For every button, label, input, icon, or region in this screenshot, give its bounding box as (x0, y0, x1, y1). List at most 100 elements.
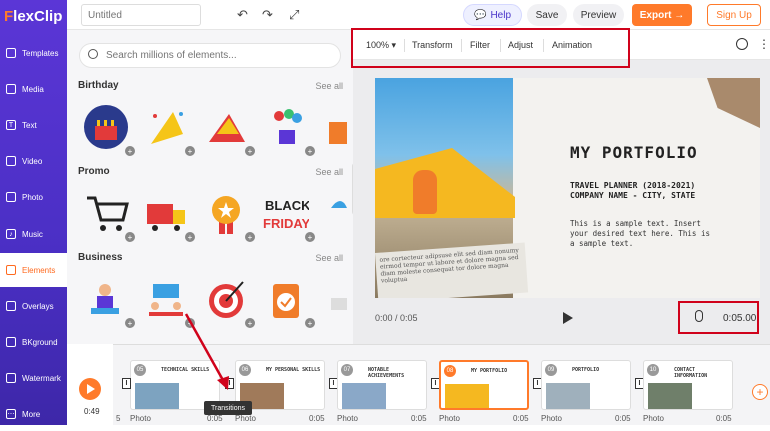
newspaper-strip: ore cortecteur adipsuse elit sed diam no… (375, 242, 529, 298)
add-element-icon[interactable]: + (305, 146, 315, 156)
element-party-hat-2[interactable]: + (201, 102, 255, 156)
element-clipboard-check[interactable]: + (261, 274, 315, 328)
sidebar-item-text[interactable]: T Text (0, 108, 67, 142)
add-element-icon[interactable]: + (125, 146, 135, 156)
flexclip-logo[interactable]: FlexClip (4, 8, 62, 25)
timeline-clip-10[interactable]: 10 CONTACT INFORMATION (643, 360, 733, 410)
add-element-icon[interactable]: + (125, 232, 135, 242)
redo-icon[interactable]: ↷ (262, 7, 273, 23)
preview-button[interactable]: Preview (573, 4, 624, 26)
add-element-icon[interactable]: + (185, 318, 195, 328)
element-team-meeting[interactable]: + (141, 274, 195, 328)
clock-icon[interactable] (736, 38, 748, 50)
sidebar-item-templates[interactable]: Templates (0, 36, 67, 70)
more-options-icon[interactable]: ⋮ (758, 37, 770, 51)
sidebar-item-video[interactable]: Video (0, 144, 67, 178)
watermark-icon (6, 373, 16, 383)
see-all-birthday[interactable]: See all (315, 81, 343, 91)
sidebar-item-label: Overlays (22, 301, 54, 311)
torn-paper-decoration (707, 78, 760, 128)
sidebar-item-more[interactable]: ⋯ More (0, 397, 67, 431)
sidebar-item-label: Templates (22, 48, 59, 58)
element-birthday-cake-2[interactable] (317, 102, 347, 152)
sidebar-item-label: Elements (22, 265, 56, 275)
help-button[interactable]: 💬 Help (463, 4, 522, 26)
clip-type-label: Photo (541, 414, 562, 423)
portfolio-body-line-2[interactable]: your desired text here. This is (570, 229, 710, 238)
export-button[interactable]: Export → (632, 4, 692, 26)
clip-thumbnail (648, 383, 692, 409)
element-black-friday[interactable]: BLACK FRIDAY + (261, 188, 315, 242)
scene-duration[interactable]: 0:05.00 (723, 313, 756, 324)
add-element-icon[interactable]: + (245, 318, 255, 328)
add-element-icon[interactable]: + (245, 146, 255, 156)
portfolio-body-line-3[interactable]: a sample text. (570, 239, 633, 248)
undo-icon[interactable]: ↶ (237, 7, 248, 23)
element-balloons-gift[interactable]: + (261, 102, 315, 156)
sidebar-item-music[interactable]: ♪ Music (0, 217, 67, 251)
sidebar-item-elements[interactable]: Elements (0, 253, 67, 287)
element-birthday-cake[interactable]: + (81, 102, 135, 156)
toolbar-highlight-box (351, 28, 630, 68)
clip-duration: 0:05 (513, 414, 529, 423)
transition-button[interactable]: I (225, 378, 234, 389)
clip-duration-label: 5 (116, 414, 121, 423)
add-element-icon[interactable]: + (185, 146, 195, 156)
element-person-laptop[interactable]: + (81, 274, 135, 328)
portfolio-subtitle-2[interactable]: COMPANY NAME - CITY, STATE (570, 191, 695, 200)
overlays-icon (6, 301, 16, 311)
add-element-icon[interactable]: + (305, 232, 315, 242)
element-award-badge[interactable]: + (201, 188, 255, 242)
add-element-icon[interactable]: + (185, 232, 195, 242)
current-time: 0:00 / 0:05 (375, 313, 418, 323)
portfolio-subtitle-1[interactable]: TRAVEL PLANNER (2018-2021) (570, 181, 695, 190)
search-input[interactable] (79, 43, 341, 68)
music-icon: ♪ (6, 229, 16, 239)
project-title-input[interactable] (81, 4, 201, 26)
timeline-clip-09[interactable]: 09 PORTFOLIO (541, 360, 631, 410)
element-delivery-truck[interactable]: + (141, 188, 195, 242)
timeline-clip-07[interactable]: 07 NOTABLE ACHIEVEMENTS (337, 360, 427, 410)
sidebar-item-label: Watermark (22, 373, 61, 383)
elements-panel: Birthday See all + + + + Promo See all +… (67, 30, 353, 344)
section-title-promo: Promo (78, 166, 110, 177)
add-element-icon[interactable]: + (305, 318, 315, 328)
play-icon[interactable] (563, 312, 573, 324)
fullscreen-icon[interactable]: ⤢ (289, 7, 299, 23)
portfolio-title[interactable]: MY PORTFOLIO (570, 143, 698, 162)
timeline-play-button[interactable] (79, 378, 101, 400)
element-shopping-cart[interactable]: + (81, 188, 135, 242)
templates-icon (6, 48, 16, 58)
portfolio-body-line-1[interactable]: This is a sample text. Insert (570, 219, 701, 228)
element-umbrella[interactable] (317, 188, 347, 238)
element-party-hat[interactable]: + (141, 102, 195, 156)
transition-button[interactable]: I (122, 378, 131, 389)
clip-type-label: Photo (235, 414, 256, 423)
background-icon (6, 337, 16, 347)
see-all-business[interactable]: See all (315, 253, 343, 263)
sidebar-item-bkground[interactable]: BKground (0, 325, 67, 359)
clip-type-label: Photo (643, 414, 664, 423)
sidebar-item-media[interactable]: Media (0, 72, 67, 106)
clip-number: 07 (341, 364, 353, 376)
timeline-clip-08[interactable]: 08 MY PORTFOLIO (439, 360, 529, 410)
search-icon (88, 49, 98, 59)
svg-text:FRIDAY: FRIDAY (263, 216, 309, 231)
element-calendar[interactable] (317, 274, 347, 324)
sidebar-item-overlays[interactable]: Overlays (0, 289, 67, 323)
add-element-icon[interactable]: + (245, 232, 255, 242)
microphone-icon[interactable] (695, 310, 703, 322)
save-button[interactable]: Save (527, 4, 567, 26)
sidebar-item-watermark[interactable]: Watermark (0, 361, 67, 395)
element-target[interactable]: + (201, 274, 255, 328)
add-scene-button[interactable]: + (752, 384, 768, 400)
sidebar-item-photo[interactable]: Photo (0, 180, 67, 214)
clip-thumbnail (135, 383, 179, 409)
add-element-icon[interactable]: + (125, 318, 135, 328)
clip-duration: 0:05 (411, 414, 427, 423)
video-canvas[interactable]: ore cortecteur adipsuse elit sed diam no… (375, 78, 760, 298)
see-all-promo[interactable]: See all (315, 167, 343, 177)
section-title-business: Business (78, 252, 123, 263)
signup-button[interactable]: Sign Up (707, 4, 761, 26)
clip-number: 10 (647, 364, 659, 376)
